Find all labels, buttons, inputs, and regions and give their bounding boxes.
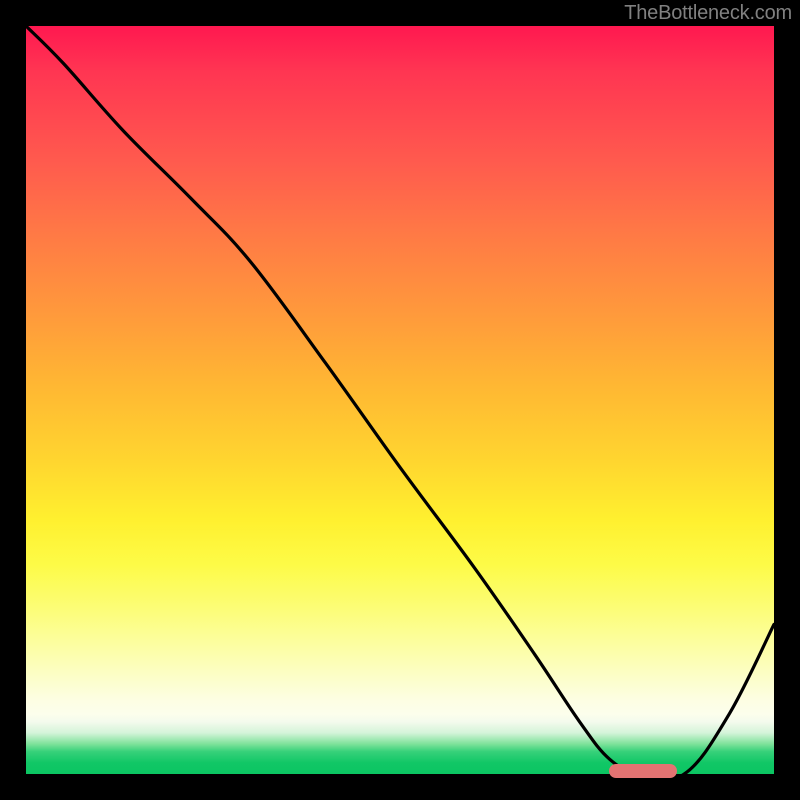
chart-svg <box>26 26 774 774</box>
chart-plot-area <box>26 26 774 774</box>
optimal-range-marker <box>609 764 676 778</box>
watermark-text: TheBottleneck.com <box>624 2 792 25</box>
bottleneck-curve <box>26 26 774 774</box>
